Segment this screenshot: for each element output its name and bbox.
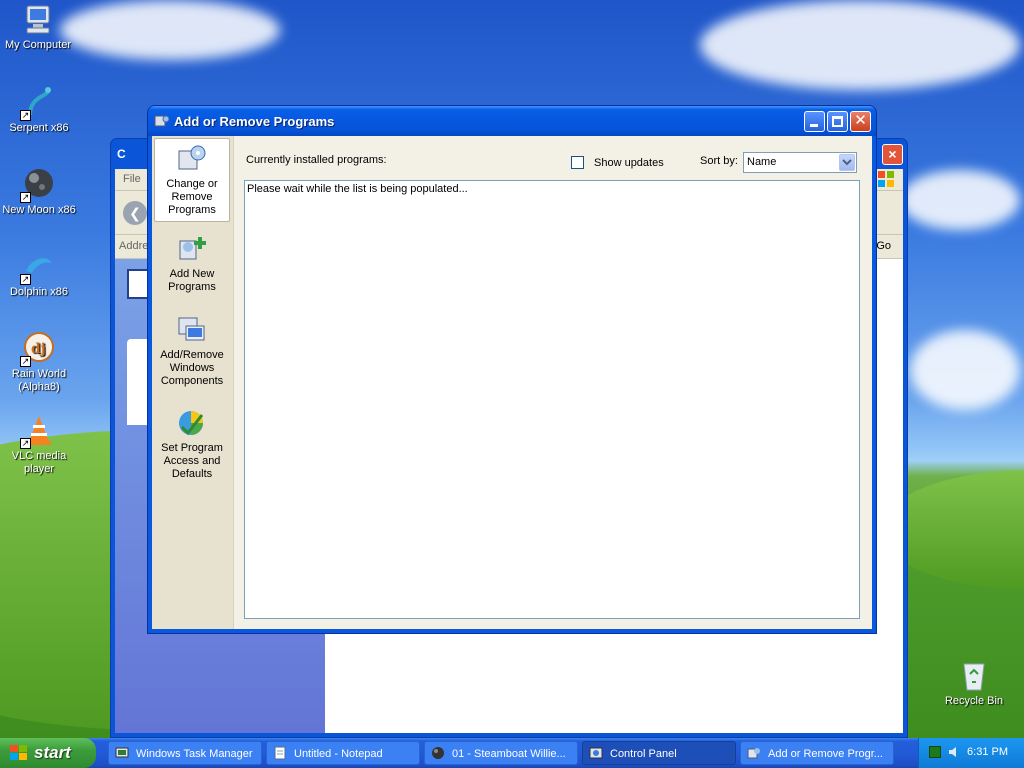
desktop-icon-label: VLC media player: [11, 450, 67, 475]
svg-text:dj: dj: [31, 341, 46, 357]
serpent-icon: ↗: [20, 85, 56, 121]
dolphin-icon: ↗: [20, 249, 56, 285]
taskbar: start Windows Task Manager Untitled - No…: [0, 738, 1024, 768]
installed-programs-list[interactable]: Please wait while the list is being popu…: [244, 180, 860, 619]
clock[interactable]: 6:31 PM: [967, 746, 1008, 758]
window-client: Change or Remove Programs Add New Progra…: [152, 136, 872, 629]
desktop-icon-recycle-bin[interactable]: Recycle Bin: [936, 658, 1012, 708]
desktop-icon-vlc[interactable]: ↗ VLC media player: [1, 413, 77, 476]
sidebar-item-change-remove[interactable]: Change or Remove Programs: [154, 138, 230, 222]
window-title: Add or Remove Programs: [174, 114, 335, 129]
maximize-icon: [832, 116, 843, 127]
media-icon: [431, 746, 445, 760]
taskbar-item-add-remove[interactable]: Add or Remove Progr...: [740, 741, 894, 765]
task-manager-icon: [115, 746, 129, 760]
desktop-icon-rain-world[interactable]: dj ↗ Rain World (Alpha8): [1, 331, 77, 394]
control-panel-icon: [589, 746, 603, 760]
desktop-icon-label: Serpent x86: [9, 122, 69, 134]
speaker-icon[interactable]: [947, 745, 961, 759]
show-updates-checkbox[interactable]: [571, 156, 584, 169]
desktop-icon-serpent[interactable]: ↗ Serpent x86: [1, 85, 77, 135]
taskbar-item-label: Windows Task Manager: [136, 748, 253, 760]
title-bar[interactable]: Add or Remove Programs ✕: [148, 106, 876, 136]
taskbar-item-notepad[interactable]: Untitled - Notepad: [266, 741, 420, 765]
windows-flag-icon: [877, 170, 895, 188]
desktop-icon-label: Dolphin x86: [9, 286, 69, 298]
change-remove-programs-icon: [176, 143, 208, 175]
close-button[interactable]: ✕: [850, 111, 871, 132]
main-pane: Currently installed programs: Show updat…: [234, 136, 872, 629]
desktop-icon-my-computer[interactable]: My Computer: [0, 2, 76, 52]
show-updates-label[interactable]: Show updates: [594, 157, 664, 169]
program-defaults-icon: [176, 407, 208, 439]
sidebar: Change or Remove Programs Add New Progra…: [152, 136, 234, 629]
notepad-icon: [273, 746, 287, 760]
back-button[interactable]: ❮: [123, 201, 147, 225]
desktop-icon-label: Rain World (Alpha8): [11, 368, 67, 393]
moon-icon: ↗: [20, 167, 56, 203]
close-button[interactable]: ×: [882, 144, 903, 165]
sidebar-item-label: Add New Programs: [168, 268, 216, 293]
taskbar-item-label: Control Panel: [610, 748, 677, 760]
vlc-icon: ↗: [20, 413, 56, 449]
desktop-icon-dolphin[interactable]: ↗ Dolphin x86: [1, 249, 77, 299]
minimize-icon: [810, 124, 818, 127]
add-programs-icon: [176, 233, 208, 265]
taskbar-item-label: 01 - Steamboat Willie...: [452, 748, 566, 760]
windows-components-icon: [176, 314, 208, 346]
maximize-button[interactable]: [827, 111, 848, 132]
window-title: C: [117, 147, 126, 161]
add-remove-programs-window[interactable]: Add or Remove Programs ✕ Change or Remov…: [147, 105, 877, 634]
system-tray: 6:31 PM: [918, 738, 1024, 768]
computer-icon: [21, 2, 55, 36]
tray-app-icon[interactable]: [929, 746, 941, 758]
sort-by-value: Name: [747, 156, 777, 168]
go-button[interactable]: Go: [876, 240, 891, 252]
taskbar-item-label: Add or Remove Progr...: [768, 748, 883, 760]
desktop-icon-label: Recycle Bin: [944, 695, 1004, 707]
chevron-down-icon[interactable]: [839, 154, 855, 171]
sidebar-item-add-new[interactable]: Add New Programs: [154, 229, 230, 294]
installed-programs-label: Currently installed programs:: [246, 154, 387, 166]
taskbar-item-control-panel[interactable]: Control Panel: [582, 741, 736, 765]
add-remove-programs-icon: [154, 113, 170, 129]
start-label: start: [34, 743, 71, 762]
sidebar-item-windows-components[interactable]: Add/Remove Windows Components: [154, 310, 230, 388]
recycle-bin-icon: [957, 658, 991, 692]
sidebar-item-label: Add/Remove Windows Components: [160, 349, 224, 387]
rain-world-icon: dj ↗: [20, 331, 56, 367]
address-label: Addre: [119, 240, 149, 252]
taskbar-item-label: Untitled - Notepad: [294, 748, 383, 760]
sidebar-item-program-access[interactable]: Set Program Access and Defaults: [154, 403, 230, 481]
windows-flag-icon: [10, 745, 27, 761]
taskbar-item-task-manager[interactable]: Windows Task Manager: [108, 741, 262, 765]
sort-by-label: Sort by:: [700, 155, 738, 167]
list-status-text: Please wait while the list is being popu…: [247, 183, 468, 195]
desktop-icon-label: My Computer: [4, 39, 72, 51]
sidebar-item-label: Change or Remove Programs: [166, 178, 218, 216]
start-button[interactable]: start: [0, 738, 96, 768]
menu-file[interactable]: File: [123, 173, 141, 185]
minimize-button[interactable]: [804, 111, 825, 132]
add-remove-icon: [747, 746, 761, 760]
close-icon: ✕: [854, 112, 867, 129]
desktop-icon-new-moon[interactable]: ↗ New Moon x86: [1, 167, 77, 217]
taskbar-item-media[interactable]: 01 - Steamboat Willie...: [424, 741, 578, 765]
sort-by-select[interactable]: Name: [743, 152, 857, 173]
sidebar-item-label: Set Program Access and Defaults: [161, 442, 223, 480]
desktop-icon-label: New Moon x86: [2, 204, 76, 216]
